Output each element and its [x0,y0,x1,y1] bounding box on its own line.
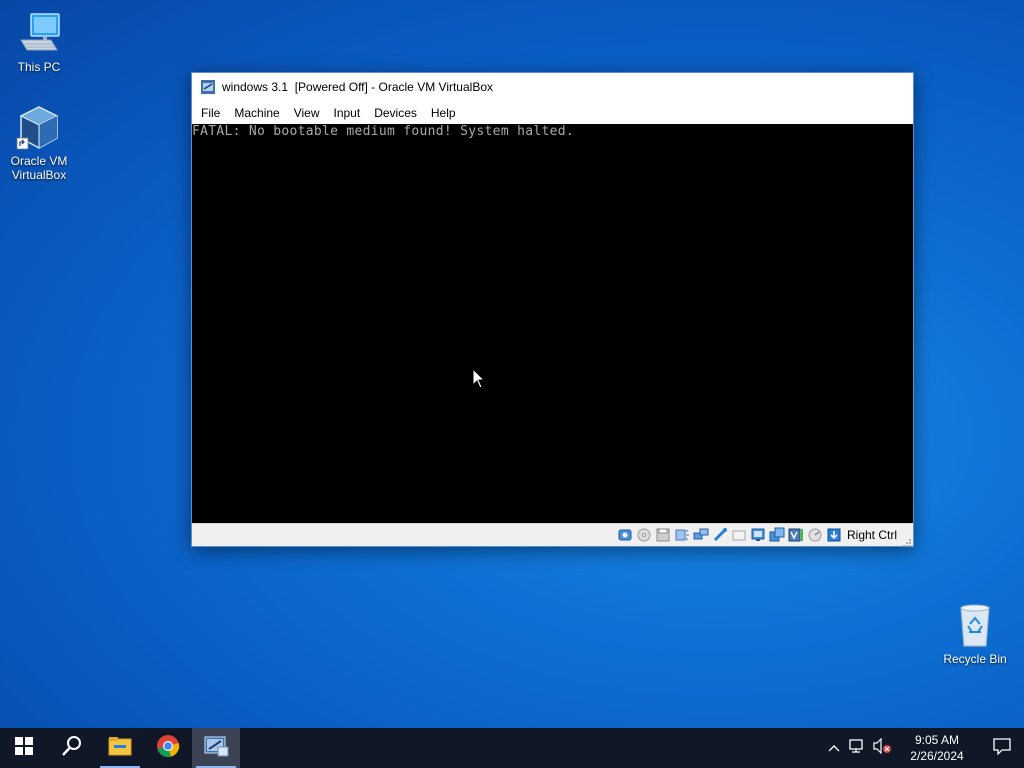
system-tray: 9:05 AM 2/26/2024 [822,728,1024,768]
usb-icon[interactable] [712,527,728,543]
start-icon [15,736,33,760]
virtualbox-vm-window[interactable]: windows 3.1 [Powered Off] - Oracle VM Vi… [191,72,914,547]
search-icon [61,735,83,762]
network-icon[interactable] [693,527,709,543]
resize-grip-icon[interactable] [902,535,912,547]
window-titlebar[interactable]: windows 3.1 [Powered Off] - Oracle VM Vi… [192,73,913,101]
recycle-bin-icon [951,602,999,650]
mouse-integration-icon[interactable] [826,527,842,543]
desktop-icon-this-pc[interactable]: This PC [1,10,77,74]
cpu-icon[interactable] [807,527,823,543]
vm-statusbar: Right Ctrl [192,523,913,547]
clock-date: 2/26/2024 [910,749,964,763]
vm-display[interactable]: FATAL: No bootable medium found! System … [192,124,913,524]
file-explorer-icon [108,736,132,761]
network-tray-icon [849,738,867,759]
desktop: This PC Oracle VM VirtualBox Recycle Bin… [0,0,1024,728]
volume-tray-button[interactable] [870,728,894,768]
taskbar-chrome[interactable] [144,728,192,768]
start-button[interactable] [0,728,48,768]
taskbar: 9:05 AM 2/26/2024 [0,728,1024,768]
virtualbox-icon [15,104,63,152]
this-pc-icon [15,10,63,58]
chevron-up-icon [828,739,840,757]
menu-devices[interactable]: Devices [367,103,424,123]
window-title: windows 3.1 [Powered Off] - Oracle VM Vi… [222,80,494,94]
volume-muted-icon [872,737,892,759]
display-icon[interactable] [750,527,766,543]
clock-time: 9:05 AM [914,733,960,747]
network-tray-button[interactable] [846,728,870,768]
virtualization-icon[interactable] [788,527,804,543]
virtualbox-taskbar-icon [203,734,229,763]
search-button[interactable] [48,728,96,768]
optical-drive-icon[interactable] [636,527,652,543]
recording-icon[interactable] [769,527,785,543]
host-key-label: Right Ctrl [846,528,897,542]
window-menubar: File Machine View Input Devices Help [192,101,913,124]
shared-folders-icon[interactable] [731,527,747,543]
desktop-icon-virtualbox[interactable]: Oracle VM VirtualBox [1,104,77,182]
chrome-icon [156,734,180,763]
notification-icon [993,737,1011,760]
hard-disk-icon[interactable] [617,527,633,543]
desktop-icon-label: Recycle Bin [943,652,1007,666]
console-message: FATAL: No bootable medium found! System … [192,124,574,139]
menu-file[interactable]: File [194,103,227,123]
virtualbox-window-icon [200,79,216,95]
taskbar-file-explorer[interactable] [96,728,144,768]
menu-help[interactable]: Help [424,103,463,123]
desktop-icon-label: This PC [17,60,61,74]
mouse-cursor-icon [472,367,486,390]
action-center-button[interactable] [980,728,1024,768]
desktop-icon-label-line2: VirtualBox [11,168,67,182]
taskbar-virtualbox[interactable] [192,728,240,768]
desktop-icon-label-line1: Oracle VM [10,154,68,168]
menu-view[interactable]: View [287,103,327,123]
taskbar-clock[interactable]: 9:05 AM 2/26/2024 [898,732,976,764]
show-hidden-icons-button[interactable] [822,728,846,768]
desktop-icon-recycle-bin[interactable]: Recycle Bin [937,602,1013,666]
floppy-icon[interactable] [655,527,671,543]
menu-input[interactable]: Input [327,103,368,123]
menu-machine[interactable]: Machine [227,103,286,123]
audio-icon[interactable] [674,527,690,543]
